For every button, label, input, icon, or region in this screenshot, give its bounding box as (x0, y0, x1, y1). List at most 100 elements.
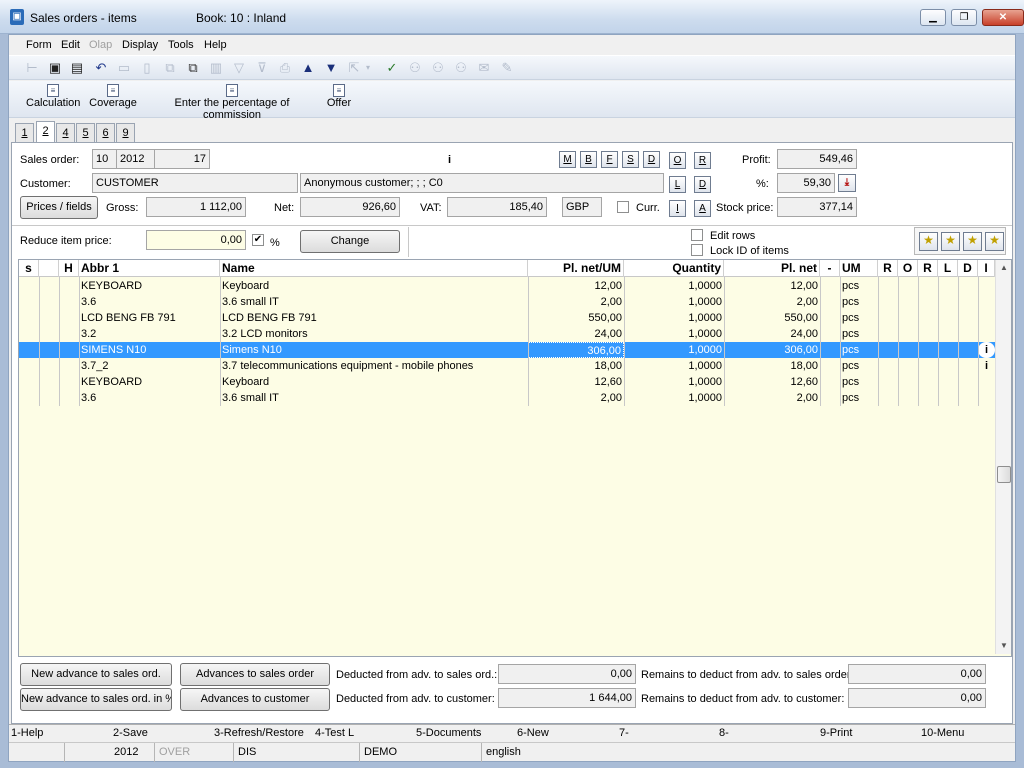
curr-checkbox[interactable] (617, 201, 629, 213)
info-icon[interactable]: i (978, 342, 995, 358)
cell-plnetum[interactable]: 2,00 (528, 390, 624, 406)
side-button-a[interactable]: A (694, 200, 711, 217)
cell-um[interactable]: pcs (840, 390, 878, 406)
table-row[interactable]: KEYBOARD Keyboard 12,60 1,0000 12,60 pcs (19, 374, 995, 390)
lock-id-checkbox[interactable] (691, 244, 703, 256)
fkey-8[interactable]: 8- (719, 727, 729, 739)
reduce-percent-checkbox[interactable]: ✔ (252, 234, 264, 246)
edit-icon[interactable]: ✎ (498, 59, 516, 77)
save-close-icon[interactable]: ▤ (68, 59, 86, 77)
cell-plnetum[interactable]: 24,00 (528, 326, 624, 342)
fkey-new[interactable]: 6-New (517, 727, 549, 739)
table-row[interactable]: SIMENS N10 Simens N10 306,00 1,0000 306,00 pc… (19, 342, 995, 358)
side-button-o[interactable]: O (669, 152, 686, 169)
coverage-button[interactable]: ≡ Coverage (88, 84, 138, 109)
cell-abbr[interactable]: SIMENS N10 (79, 342, 220, 358)
cell-qty[interactable]: 1,0000 (624, 342, 724, 358)
commission-button[interactable]: ≡ Enter the percentage of commission (146, 84, 318, 121)
cell-name[interactable]: 3.7 telecommunications equipment - mobil… (220, 358, 528, 374)
letter-button-f[interactable]: F (601, 151, 618, 168)
tab-9[interactable]: 9 (116, 123, 135, 142)
cell-qty[interactable]: 1,0000 (624, 310, 724, 326)
cell-um[interactable]: pcs (840, 294, 878, 310)
percent-down-icon[interactable]: ⤓ (838, 174, 856, 192)
cell-qty[interactable]: 1,0000 (624, 390, 724, 406)
cell-plnetum[interactable]: 12,60 (528, 374, 624, 390)
menu-olap[interactable]: Olap (89, 39, 112, 51)
info-icon[interactable] (978, 390, 995, 406)
menu-form[interactable]: Form (26, 39, 52, 51)
binoculars-icon[interactable]: ⚇ (406, 59, 424, 77)
col-l[interactable]: L (938, 260, 958, 277)
col-quantity[interactable]: Quantity (624, 260, 724, 277)
info-icon[interactable]: i (978, 358, 995, 374)
cell-qty[interactable]: 1,0000 (624, 278, 724, 294)
cell-qty[interactable]: 1,0000 (624, 294, 724, 310)
tab-1[interactable]: 1 (15, 123, 34, 142)
cell-plnet[interactable]: 24,00 (724, 326, 820, 342)
table-row[interactable]: LCD BENG FB 791 LCD BENG FB 791 550,00 1,00… (19, 310, 995, 326)
cell-plnet[interactable]: 2,00 (724, 294, 820, 310)
offer-button[interactable]: ≡ Offer (325, 84, 353, 109)
table-row[interactable]: 3.2 3.2 LCD monitors 24,00 1,0000 24,00 pcs (19, 326, 995, 342)
star-edit-icon[interactable]: ★ (963, 232, 982, 251)
maximize-button[interactable]: ❐ (951, 9, 977, 26)
scroll-thumb[interactable] (997, 466, 1011, 483)
table-row[interactable]: 3.6 3.6 small IT 2,00 1,0000 2,00 pcs (19, 390, 995, 406)
cell-name[interactable]: Simens N10 (220, 342, 528, 358)
side-button-d[interactable]: D (694, 176, 711, 193)
info-icon[interactable] (978, 374, 995, 390)
col-pl-net[interactable]: Pl. net (724, 260, 820, 277)
col-dash[interactable]: - (820, 260, 840, 277)
cell-um[interactable]: pcs (840, 374, 878, 390)
fkey-print[interactable]: 9-Print (820, 727, 852, 739)
cell-qty[interactable]: 1,0000 (624, 374, 724, 390)
edit-rows-checkbox[interactable] (691, 229, 703, 241)
letter-button-s[interactable]: S (622, 151, 639, 168)
fkey-menu[interactable]: 10-Menu (921, 727, 964, 739)
mail-icon[interactable]: ✉ (475, 59, 493, 77)
cell-name[interactable]: Keyboard (220, 278, 528, 294)
sales-order-book-field[interactable]: 10 (92, 149, 117, 169)
cell-plnetum[interactable]: 306,00 (528, 342, 624, 358)
col-blank[interactable] (39, 260, 59, 277)
col-i[interactable]: I (978, 260, 995, 277)
export-icon[interactable]: ⇱ (345, 59, 363, 77)
dropdown-icon[interactable]: ▾ (363, 59, 373, 77)
fkey-7[interactable]: 7- (619, 727, 629, 739)
cell-abbr[interactable]: 3.6 (79, 294, 220, 310)
tab-2[interactable]: 2 (36, 121, 55, 143)
cell-name[interactable]: 3.6 small IT (220, 294, 528, 310)
cell-plnetum[interactable]: 2,00 (528, 294, 624, 310)
cell-plnetum[interactable]: 18,00 (528, 358, 624, 374)
col-um[interactable]: UM (840, 260, 878, 277)
star-icon[interactable]: ★ (919, 232, 938, 251)
menu-edit[interactable]: Edit (61, 39, 80, 51)
arrow-up-icon[interactable]: ▲ (299, 59, 317, 77)
grid-scrollbar[interactable]: ▲ ▼ (995, 260, 1011, 654)
info-icon[interactable] (978, 326, 995, 342)
fkey-save[interactable]: 2-Save (113, 727, 148, 739)
prices-fields-button[interactable]: Prices / fields (20, 196, 98, 219)
cell-abbr[interactable]: KEYBOARD (79, 374, 220, 390)
open-icon[interactable]: ▭ (115, 59, 133, 77)
cell-um[interactable]: pcs (840, 278, 878, 294)
cell-abbr[interactable]: 3.7_2 (79, 358, 220, 374)
table-row[interactable]: 3.7_2 3.7 telecommunications equipment - … (19, 358, 995, 374)
cell-plnet[interactable]: 550,00 (724, 310, 820, 326)
print-icon[interactable]: ⎙ (276, 59, 294, 77)
cell-abbr[interactable]: KEYBOARD (79, 278, 220, 294)
cell-um[interactable]: pcs (840, 358, 878, 374)
col-o[interactable]: O (898, 260, 918, 277)
find-check-icon[interactable]: ✓ (383, 59, 401, 77)
letter-button-b[interactable]: B (580, 151, 597, 168)
star-add-icon[interactable]: ★ (941, 232, 960, 251)
cell-abbr[interactable]: LCD BENG FB 791 (79, 310, 220, 326)
sales-order-year-field[interactable]: 2012 (116, 149, 155, 169)
binoculars-prev-icon[interactable]: ⚇ (452, 59, 470, 77)
col-name[interactable]: Name (220, 260, 528, 277)
fkey-documents[interactable]: 5-Documents (416, 727, 481, 739)
cell-name[interactable]: 3.6 small IT (220, 390, 528, 406)
star-delete-icon[interactable]: ★ (985, 232, 1004, 251)
cell-qty[interactable]: 1,0000 (624, 358, 724, 374)
